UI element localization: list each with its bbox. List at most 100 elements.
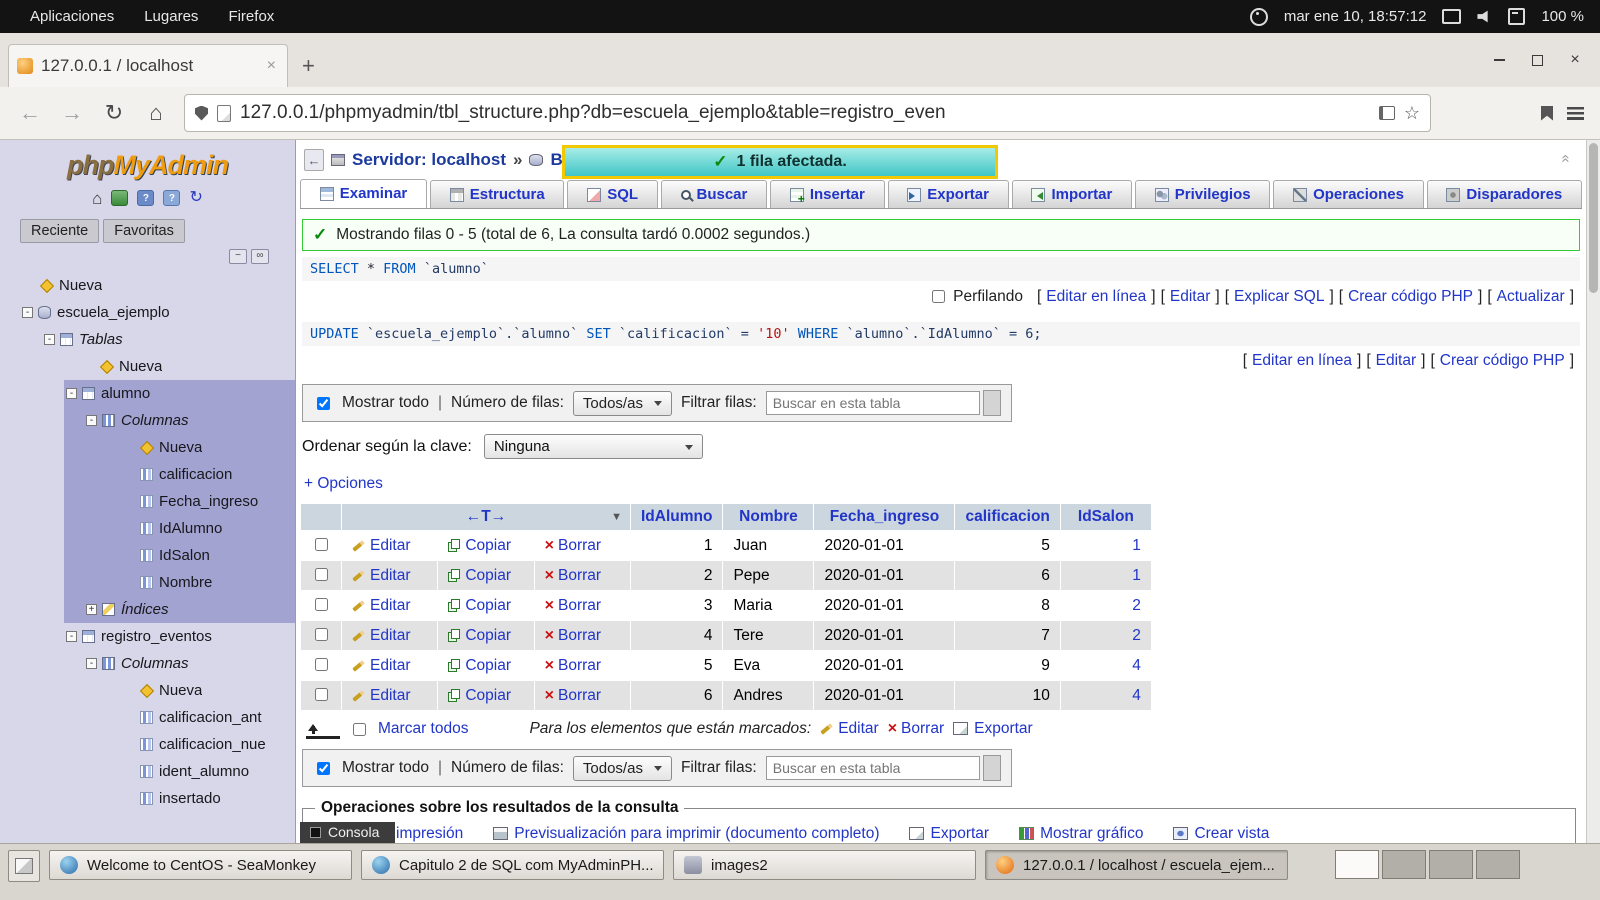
row-checkbox[interactable] [315,598,328,611]
workspace-1[interactable] [1335,850,1379,879]
filter-input[interactable] [766,756,980,780]
tree-item-new-database[interactable]: Nueva [0,272,295,299]
home-icon[interactable]: ⌂ [92,190,102,207]
tree-item-indices[interactable]: +Índices [64,596,295,623]
tab-sql[interactable]: SQL [567,180,657,208]
collapse-all-button[interactable]: − [229,249,247,264]
edit-row-link[interactable]: Editar [352,627,411,644]
filter-input[interactable] [766,391,980,415]
tree-item-table-alumno[interactable]: -alumno [64,380,295,407]
tree-item-column-calificacion[interactable]: calificacion [64,461,295,488]
rows-count-select[interactable]: Todos/as [573,391,672,416]
header-calificacion[interactable]: calificacion [955,504,1059,530]
delete-row-link[interactable]: ×Borrar [545,687,601,704]
row-checkbox[interactable] [315,658,328,671]
sql-help-icon[interactable]: ? [137,190,154,206]
delete-row-link[interactable]: ×Borrar [545,597,601,614]
copy-row-link[interactable]: Copiar [448,627,511,644]
collapse-icon[interactable]: - [66,631,77,642]
delete-row-link[interactable]: ×Borrar [545,657,601,674]
volume-icon[interactable] [1477,10,1492,23]
edit-row-link[interactable]: Editar [352,567,411,584]
delete-row-link[interactable]: ×Borrar [545,537,601,554]
check-all-checkbox[interactable] [353,723,366,736]
edit-row-link[interactable]: Editar [352,597,411,614]
create-view-link[interactable]: Crear vista [1173,825,1269,843]
firefox-app-menu[interactable]: Firefox [228,8,274,25]
show-all-checkbox[interactable] [317,397,330,410]
tab-insertar[interactable]: Insertar [770,180,884,208]
collapse-icon[interactable]: - [86,415,97,426]
save-to-pocket-icon[interactable] [1541,106,1553,121]
delete-row-link[interactable]: ×Borrar [545,567,601,584]
reload-icon[interactable]: ↻ [100,100,128,126]
menu-hamburger-icon[interactable] [1567,107,1584,120]
battery-percentage[interactable]: 100 % [1541,8,1584,25]
browser-scrollbar[interactable] [1586,140,1600,843]
tree-item-column-nombre[interactable]: Nombre [64,569,295,596]
explain-sql-link[interactable]: Explicar SQL [1234,288,1324,306]
header-idalumno[interactable]: IdAlumno [631,504,722,530]
restore-button[interactable] [1522,47,1552,73]
accessibility-icon[interactable] [1250,8,1268,26]
page-info-icon[interactable] [217,105,231,122]
back-icon[interactable]: ← [16,100,44,126]
sort-key-select[interactable]: Ninguna [484,434,703,459]
scrollbar-thumb[interactable] [1589,143,1598,293]
bookmark-star-icon[interactable]: ☆ [1404,103,1420,124]
minimize-button[interactable] [1484,47,1514,73]
expand-icon[interactable]: + [86,604,97,615]
display-icon[interactable] [1442,9,1461,24]
copy-row-link[interactable]: Copiar [448,597,511,614]
clock[interactable]: mar ene 10, 18:57:12 [1284,8,1427,25]
workspace-2[interactable] [1382,850,1426,879]
tree-item-columns[interactable]: -Columnas [64,407,295,434]
tab-importar[interactable]: Importar [1012,180,1132,208]
header-nombre[interactable]: Nombre [723,504,813,530]
tree-item-column-fecha-ingreso[interactable]: Fecha_ingreso [64,488,295,515]
show-all-checkbox[interactable] [317,762,330,775]
check-all-link[interactable]: Marcar todos [378,720,468,738]
taskbar-window-firefox[interactable]: 127.0.0.1 / localhost / escuela_ejem... [985,850,1288,880]
edit-link[interactable]: Editar [1170,288,1211,306]
delete-selected-link[interactable]: ×Borrar [888,720,944,738]
collapse-icon[interactable]: - [44,334,55,345]
tab-disparadores[interactable]: Disparadores [1427,180,1582,208]
refresh-link[interactable]: Actualizar [1497,288,1565,306]
taskbar-window-images2[interactable]: images2 [673,850,976,880]
favorites-button[interactable]: Favoritas [103,219,185,243]
header-idsalon[interactable]: IdSalon [1061,504,1151,530]
options-arrow-icon[interactable]: ▼ [611,511,622,523]
cell-idsalon-link[interactable]: 4 [1132,657,1141,674]
collapse-icon[interactable]: - [22,307,33,318]
inline-edit-link[interactable]: Editar en línea [1046,288,1146,306]
rows-count-select[interactable]: Todos/as [573,756,672,781]
new-tab-button[interactable]: + [288,45,329,87]
edit-link[interactable]: Editar [1376,352,1417,370]
edit-row-link[interactable]: Editar [352,537,411,554]
create-php-code-link[interactable]: Crear código PHP [1440,352,1565,370]
workspace-3[interactable] [1429,850,1473,879]
options-toggle[interactable]: + Opciones [296,463,389,497]
taskbar-window-seamonkey[interactable]: Welcome to CentOS - SeaMonkey [49,850,352,880]
phpmyadmin-logo[interactable]: phpMyAdmin [0,140,295,181]
row-checkbox[interactable] [315,688,328,701]
copy-row-link[interactable]: Copiar [448,567,511,584]
places-menu[interactable]: Lugares [144,8,198,25]
tree-item-column-calificacion-ant[interactable]: calificacion_ant [0,704,295,731]
cell-idsalon-link[interactable]: 2 [1132,597,1141,614]
workspace-4[interactable] [1476,850,1520,879]
row-checkbox[interactable] [315,628,328,641]
recent-button[interactable]: Reciente [20,219,99,243]
tab-exportar[interactable]: Exportar [888,180,1009,208]
collapse-icon[interactable]: - [66,388,77,399]
tree-item-tables[interactable]: -Tablas [0,326,295,353]
url-text[interactable]: 127.0.0.1/phpmyadmin/tbl_structure.php?d… [240,102,1370,124]
tab-estructura[interactable]: Estructura [430,180,564,208]
delete-row-link[interactable]: ×Borrar [545,627,601,644]
tree-item-column-idalumno[interactable]: IdAlumno [64,515,295,542]
tree-item-column-calificacion-nue[interactable]: calificacion_nue [0,731,295,758]
input-source-icon[interactable] [1508,8,1525,25]
tab-privilegios[interactable]: Privilegios [1135,180,1270,208]
breadcrumb-server[interactable]: Servidor: localhost [352,150,506,170]
